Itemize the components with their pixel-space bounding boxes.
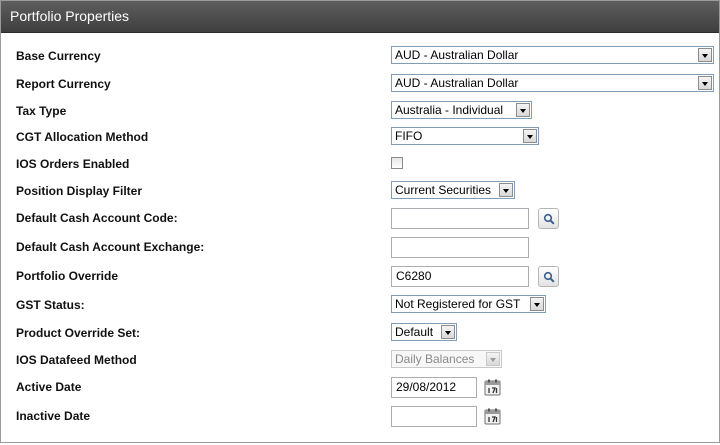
report-currency-row: Report Currency AUD - Australian Dollar: [1, 74, 719, 96]
active-date-input[interactable]: 29/08/2012: [391, 377, 477, 398]
tax-type-row: Tax Type Australia - Individual: [1, 101, 719, 123]
default-cash-exchange-input[interactable]: [391, 237, 529, 258]
chevron-down-icon: [698, 48, 712, 62]
chevron-down-icon: [530, 297, 544, 311]
default-cash-exchange-row: Default Cash Account Exchange:: [1, 237, 719, 259]
ios-datafeed-value: Daily Balances: [395, 352, 475, 366]
default-cash-exchange-label: Default Cash Account Exchange:: [16, 240, 205, 254]
ios-orders-checkbox[interactable]: [391, 157, 403, 169]
position-filter-row: Position Display Filter Current Securiti…: [1, 181, 719, 203]
product-override-row: Product Override Set: Default: [1, 323, 719, 345]
gst-status-value: Not Registered for GST: [395, 297, 521, 311]
active-date-label: Active Date: [16, 380, 82, 394]
base-currency-value: AUD - Australian Dollar: [395, 48, 519, 62]
tax-type-value: Australia - Individual: [395, 103, 504, 117]
portfolio-properties-panel: Portfolio Properties Base Currency AUD -…: [0, 0, 720, 443]
cgt-method-value: FIFO: [395, 129, 423, 143]
inactive-date-row: Inactive Date: [1, 406, 719, 428]
gst-status-label: GST Status:: [16, 298, 85, 312]
cgt-method-label: CGT Allocation Method: [16, 130, 149, 144]
chevron-down-icon: [486, 352, 500, 366]
ios-datafeed-select: Daily Balances: [391, 350, 502, 368]
inactive-date-input[interactable]: [391, 406, 477, 427]
ios-datafeed-label: IOS Datafeed Method: [16, 353, 137, 367]
tax-type-label: Tax Type: [16, 104, 67, 118]
cgt-method-row: CGT Allocation Method FIFO: [1, 127, 719, 149]
inactive-date-label: Inactive Date: [16, 409, 91, 423]
portfolio-override-label: Portfolio Override: [16, 269, 119, 283]
ios-orders-label: IOS Orders Enabled: [16, 157, 130, 171]
default-cash-code-input[interactable]: [391, 208, 529, 229]
portfolio-override-search-button[interactable]: [538, 266, 559, 287]
position-filter-label: Position Display Filter: [16, 184, 143, 198]
report-currency-label: Report Currency: [16, 77, 111, 91]
product-override-label: Product Override Set:: [16, 326, 141, 340]
base-currency-label: Base Currency: [16, 49, 101, 63]
magnifier-icon: [543, 271, 555, 283]
report-currency-select[interactable]: AUD - Australian Dollar: [391, 74, 714, 92]
position-filter-value: Current Securities: [395, 183, 492, 197]
chevron-down-icon: [523, 129, 537, 143]
calendar-icon[interactable]: [484, 379, 501, 396]
cgt-method-select[interactable]: FIFO: [391, 127, 539, 145]
chevron-down-icon: [499, 183, 513, 197]
default-cash-code-row: Default Cash Account Code:: [1, 208, 719, 230]
magnifier-icon: [543, 213, 555, 225]
gst-status-row: GST Status: Not Registered for GST: [1, 295, 719, 317]
report-currency-value: AUD - Australian Dollar: [395, 76, 519, 90]
product-override-value: Default: [395, 325, 434, 339]
chevron-down-icon: [516, 103, 530, 117]
base-currency-select[interactable]: AUD - Australian Dollar: [391, 46, 714, 64]
base-currency-row: Base Currency AUD - Australian Dollar: [1, 46, 719, 68]
ios-orders-row: IOS Orders Enabled: [1, 154, 719, 176]
default-cash-code-label: Default Cash Account Code:: [16, 211, 178, 225]
portfolio-override-row: Portfolio Override C6280: [1, 266, 719, 288]
tax-type-select[interactable]: Australia - Individual: [391, 101, 532, 119]
default-cash-code-search-button[interactable]: [538, 208, 559, 229]
active-date-row: Active Date 29/08/2012: [1, 377, 719, 399]
chevron-down-icon: [441, 325, 455, 339]
panel-title: Portfolio Properties: [1, 1, 719, 33]
portfolio-override-input[interactable]: C6280: [391, 266, 529, 287]
position-filter-select[interactable]: Current Securities: [391, 181, 515, 199]
gst-status-select[interactable]: Not Registered for GST: [391, 295, 546, 313]
calendar-icon[interactable]: [484, 408, 501, 425]
ios-datafeed-row: IOS Datafeed Method Daily Balances: [1, 350, 719, 372]
product-override-select[interactable]: Default: [391, 323, 457, 341]
chevron-down-icon: [698, 76, 712, 90]
